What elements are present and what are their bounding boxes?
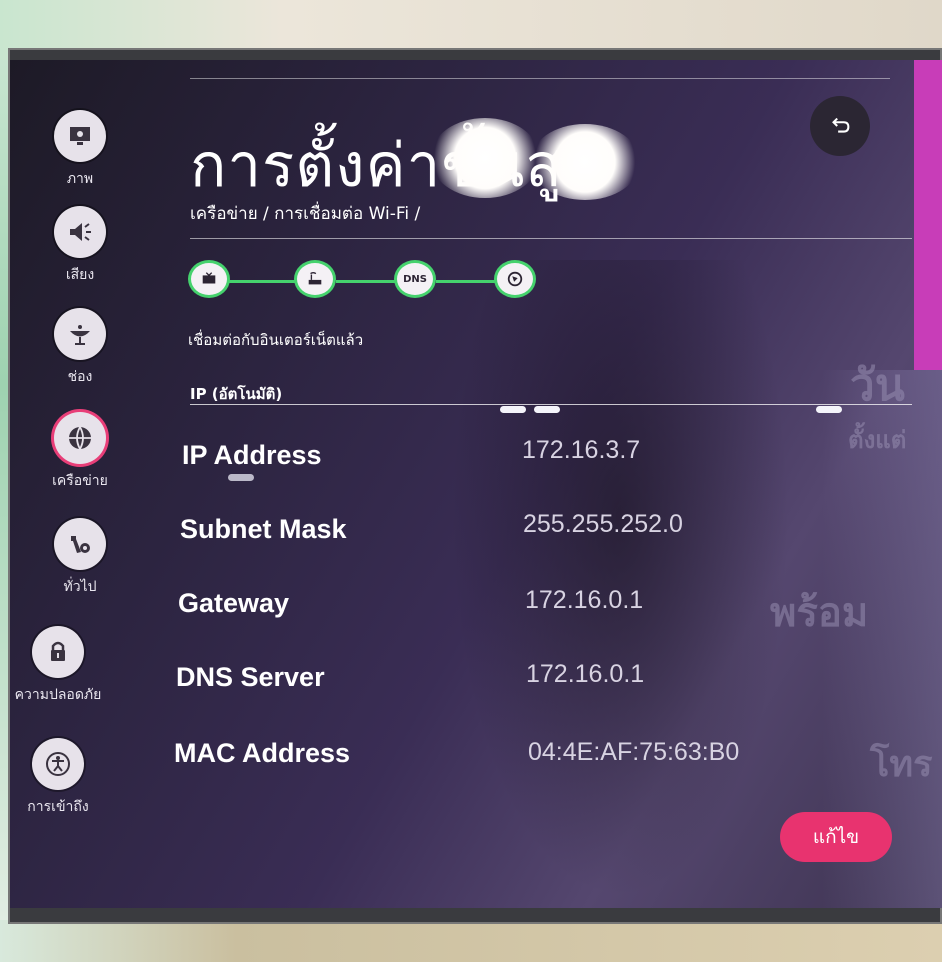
dns-server-label: DNS Server xyxy=(176,662,325,692)
header-divider xyxy=(190,238,912,239)
mac-address-value: 04:4E:AF:75:63:B0 xyxy=(528,738,740,766)
dns-icon: DNS xyxy=(394,260,436,298)
room-background-bottom xyxy=(0,920,942,962)
reflection-text: โทร xyxy=(870,744,933,785)
reflection-text: ตั้งแต่ xyxy=(848,426,907,454)
back-arrow-icon xyxy=(832,117,850,133)
speaker-icon xyxy=(54,206,106,258)
accessibility-icon xyxy=(32,738,84,790)
picture-icon xyxy=(54,110,106,162)
reflection-text: พร้อม xyxy=(770,590,869,636)
dns-server-value: 172.16.0.1 xyxy=(526,660,645,688)
ip-address-label: IP Address xyxy=(182,440,322,470)
brand-color-bar xyxy=(914,60,942,370)
sidebar-item-label: การเข้าถึง xyxy=(27,799,89,815)
ip-address-value: 172.16.3.7 xyxy=(522,436,641,464)
edit-button[interactable]: แก้ไข xyxy=(780,812,892,862)
sidebar-item-picture[interactable]: ภาพ xyxy=(10,110,150,190)
sidebar-item-label: ความปลอดภัย xyxy=(14,687,102,703)
screen-glare xyxy=(530,124,640,200)
gateway-value: 172.16.0.1 xyxy=(525,586,644,614)
light-reflection xyxy=(500,406,526,413)
wrench-gear-icon xyxy=(54,518,106,570)
connection-steps: DNS xyxy=(188,258,548,302)
sidebar-item-general[interactable]: ทั่วไป xyxy=(10,518,150,598)
router-icon xyxy=(294,260,336,298)
subnet-mask-value: 255.255.252.0 xyxy=(523,510,683,538)
sidebar-item-label: เสียง xyxy=(65,267,95,283)
sidebar-item-channels[interactable]: ช่อง xyxy=(10,308,150,388)
breadcrumb: เครือข่าย / การเชื่อมต่อ Wi-Fi / xyxy=(190,204,421,224)
reflection-shadow xyxy=(450,260,790,900)
globe-icon xyxy=(54,412,106,464)
sidebar-item-sound[interactable]: เสียง xyxy=(10,206,150,286)
mac-address-label: MAC Address xyxy=(174,738,351,768)
sidebar-item-network[interactable]: เครือข่าย xyxy=(10,412,150,492)
step-connector xyxy=(336,280,396,283)
back-button[interactable] xyxy=(810,96,870,156)
sidebar-item-label: ภาพ xyxy=(66,171,94,187)
sidebar-item-label: ช่อง xyxy=(67,369,93,385)
step-connector xyxy=(436,280,498,283)
reflection-text: วัน xyxy=(850,360,905,411)
connection-status: เชื่อมต่อกับอินเตอร์เน็ตแล้ว xyxy=(188,331,364,349)
sidebar-item-security[interactable]: ความปลอดภัย xyxy=(10,626,128,706)
gateway-label: Gateway xyxy=(178,588,290,618)
light-reflection xyxy=(816,406,842,413)
ip-mode-label: IP (อัตโนมัติ) xyxy=(190,385,283,403)
internet-globe-icon xyxy=(494,260,536,298)
satellite-dish-icon xyxy=(54,308,106,360)
sidebar-item-accessibility[interactable]: การเข้าถึง xyxy=(10,738,128,818)
top-divider xyxy=(190,78,890,79)
tv-icon xyxy=(188,260,230,298)
tv-screen: วัน ตั้งแต่ พร้อม โทร ภาพ เสียง ช่อง เคร… xyxy=(10,60,942,908)
subnet-mask-label: Subnet Mask xyxy=(180,514,347,544)
step-connector xyxy=(228,280,296,283)
light-reflection xyxy=(534,406,560,413)
lock-icon xyxy=(32,626,84,678)
sidebar-item-label: เครือข่าย xyxy=(52,473,108,489)
light-reflection xyxy=(228,474,254,481)
sidebar-item-label: ทั่วไป xyxy=(63,579,97,595)
screen-glare xyxy=(430,118,540,198)
ip-divider xyxy=(190,404,912,405)
